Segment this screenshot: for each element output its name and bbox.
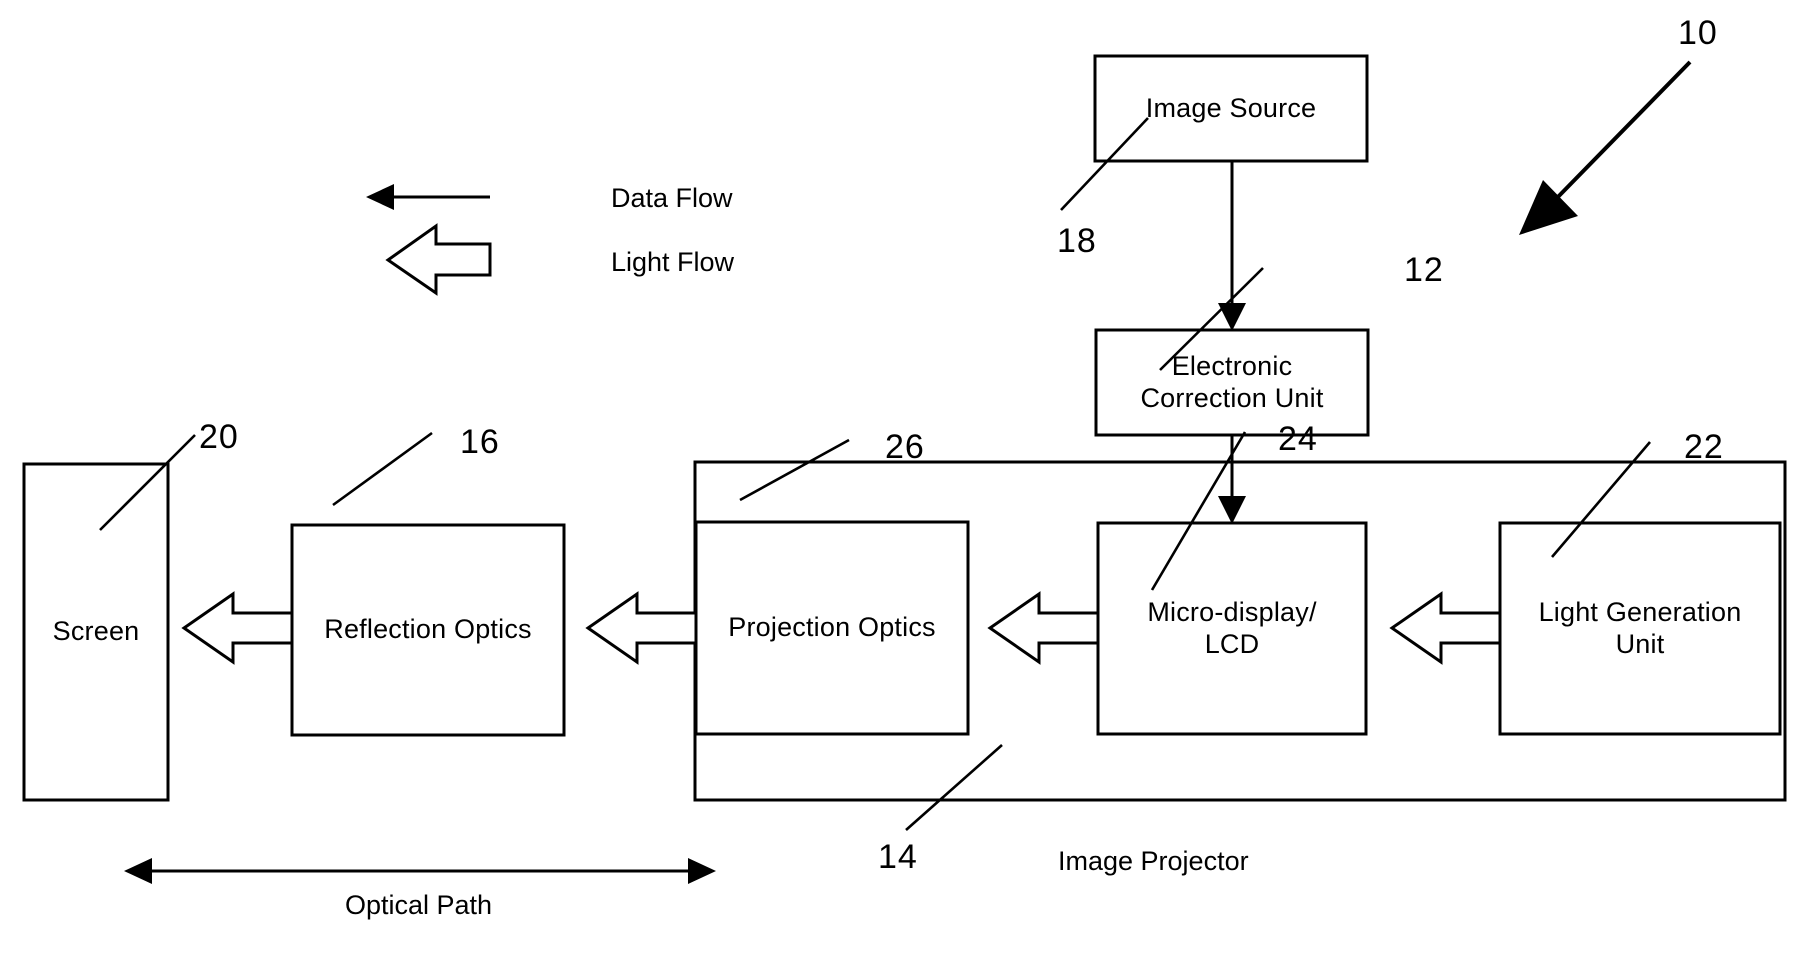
leader-line-ref-14 (905, 744, 1003, 831)
image-projector-caption: Image Projector (1058, 846, 1249, 876)
legend-label-data-flow: Data Flow (611, 183, 733, 213)
ref-numeral-18: 18 (1057, 222, 1097, 260)
optical-path-arrowhead-right (688, 858, 716, 884)
patent-figure: Screen Reflection Optics Projection Opti… (0, 0, 1811, 959)
reflection-optics-box[interactable] (290, 523, 566, 737)
light-flow-arrow-projection-to-reflection (585, 591, 698, 665)
legend-light-flow-arrow (385, 223, 492, 296)
ref-numeral-26: 26 (885, 428, 925, 466)
legend-label-light-flow: Light Flow (611, 247, 735, 277)
screen-box[interactable] (22, 462, 170, 802)
light-flow-arrow-reflection-to-screen (181, 591, 294, 665)
figure-ref-10-arrow-shaft (1551, 60, 1692, 204)
ref-numeral-20: 20 (199, 418, 239, 456)
light-flow-arrow-lgu-to-display (1389, 591, 1502, 665)
diagram-vector-layer (22, 54, 1787, 884)
ref-numeral-12: 12 (1404, 251, 1444, 289)
image-source-box[interactable] (1093, 54, 1369, 163)
leader-line-ref-16 (332, 431, 433, 507)
light-flow-arrow-display-to-projection (987, 591, 1100, 665)
optical-path-caption: Optical Path (345, 890, 493, 920)
ref-numeral-22: 22 (1684, 428, 1724, 466)
electronic-correction-unit-box[interactable] (1094, 328, 1370, 437)
data-flow-arrowhead-correction-to-display (1218, 496, 1246, 524)
leader-line-ref-26 (739, 438, 850, 502)
optical-path-arrowhead-left (124, 858, 152, 884)
light-generation-unit-box[interactable] (1498, 521, 1782, 736)
projection-optics-box[interactable] (694, 520, 970, 736)
ref-numeral-24: 24 (1278, 420, 1318, 458)
ref-numeral-14: 14 (878, 838, 918, 876)
legend-data-flow-arrowhead (366, 184, 394, 210)
micro-display-lcd-box[interactable] (1096, 521, 1368, 736)
ref-numeral-16: 16 (460, 423, 500, 461)
ref-numeral-10: 10 (1678, 14, 1718, 52)
